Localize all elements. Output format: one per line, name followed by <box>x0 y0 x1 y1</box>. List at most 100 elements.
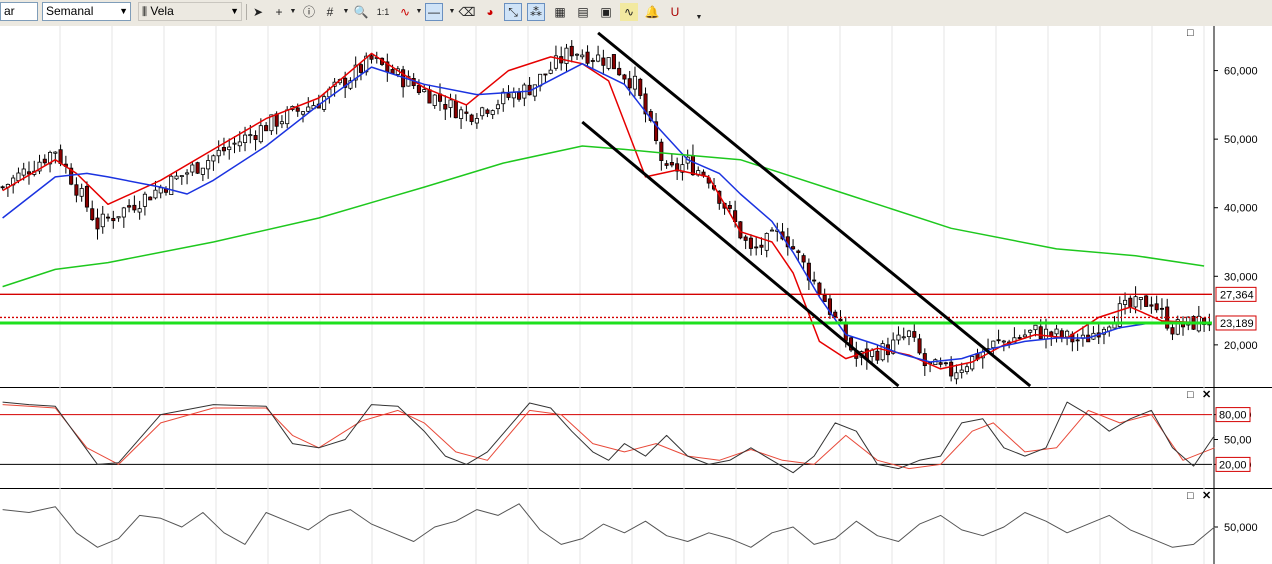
candle-body <box>659 141 664 161</box>
chart-type-select[interactable]: ⫼ Vela ▼ <box>138 2 242 21</box>
candle-body <box>1144 295 1149 307</box>
chevron-down-icon[interactable]: ▼ <box>690 9 708 27</box>
candle-body <box>190 164 195 173</box>
candle-body <box>838 318 843 322</box>
layout-icon[interactable]: ▣ <box>597 3 615 21</box>
candle-body <box>1033 324 1038 331</box>
candle-body <box>58 149 63 164</box>
candle-body <box>511 92 516 99</box>
candle-body <box>142 193 147 207</box>
eraser-icon[interactable]: ⌫ <box>458 3 476 21</box>
candle-body <box>1159 307 1164 310</box>
price-axis-tick-label: 20,000 <box>1224 340 1258 352</box>
maximize-icon[interactable]: □ <box>1187 490 1194 502</box>
candle-body <box>111 217 116 222</box>
candle-body <box>74 184 79 196</box>
candle-body <box>84 185 89 208</box>
candle-body <box>90 208 95 221</box>
candle-body <box>727 205 732 209</box>
candle-body <box>490 110 495 115</box>
price-chart[interactable]: 60,000 50,000 40,000 30,000 20,000 27,364 23,1… <box>0 26 1272 564</box>
candle-body <box>432 94 437 106</box>
candle-body <box>232 142 237 145</box>
candle-body <box>996 339 1001 342</box>
candle-body <box>501 91 506 105</box>
price-axis-tick-label: 30,000 <box>1224 271 1258 283</box>
symbol-field[interactable]: ar <box>0 2 38 21</box>
candle-body <box>1043 328 1049 340</box>
candle-body <box>949 361 954 377</box>
line-tool-icon[interactable]: — <box>425 3 443 21</box>
candle-body <box>121 207 126 218</box>
alert-wave-icon[interactable]: ∿ <box>620 3 638 21</box>
candle-body <box>959 369 964 373</box>
magnet-u-icon[interactable]: U <box>666 3 684 21</box>
candle-body <box>443 104 448 110</box>
close-icon[interactable]: ✕ <box>1202 388 1211 401</box>
candle-body <box>743 236 748 241</box>
cursor-icon[interactable]: ➤ <box>249 3 267 21</box>
candle-body <box>590 60 595 62</box>
candle-body <box>1128 297 1133 307</box>
candle-body <box>185 172 190 175</box>
magnet-icon[interactable]: ⁂ <box>527 3 545 21</box>
candle-body <box>759 244 764 248</box>
candle-body <box>264 125 269 132</box>
candle-body <box>1038 326 1043 340</box>
price-axis-tick-label: 40,000 <box>1224 203 1258 215</box>
candle-body <box>817 282 822 295</box>
candle-body <box>243 134 248 143</box>
candle-body <box>532 84 537 97</box>
auto-scroll-icon[interactable]: ⤡ <box>504 3 522 21</box>
candle-body <box>748 237 753 249</box>
candle-body <box>954 372 959 380</box>
candle-body <box>258 125 263 143</box>
candle-body <box>485 109 490 114</box>
period-select[interactable]: Semanal ▼ <box>42 2 131 21</box>
close-icon[interactable]: ✕ <box>1202 489 1211 502</box>
candle-body <box>1138 297 1143 300</box>
candle-body <box>358 64 363 73</box>
candle-body <box>943 362 948 365</box>
candle-body <box>991 340 996 349</box>
candle-body <box>221 147 226 152</box>
zoom-icon[interactable]: 🔍 <box>352 3 370 21</box>
candle-body <box>801 255 806 263</box>
candle-body <box>300 111 306 115</box>
candle-body <box>158 187 163 194</box>
support-line-label: 23,189 <box>1220 318 1254 330</box>
candle-body <box>179 175 184 178</box>
price-axis-tick-label: 50,000 <box>1224 134 1258 146</box>
candle-body <box>580 54 585 58</box>
candle-body <box>95 217 100 230</box>
template-icon[interactable]: ▦ <box>551 3 569 21</box>
candle-body <box>253 135 258 140</box>
candle-body <box>769 229 775 232</box>
maximize-icon[interactable]: □ <box>1187 389 1194 401</box>
color-icon[interactable]: ◕ <box>481 3 499 21</box>
candle-body <box>416 85 421 94</box>
toolbar: ar Semanal ▼ ⫼ Vela ▼ ➤ + ▼ ⓘ # ▼ 🔍 1:1 … <box>0 0 1272 27</box>
candle-body <box>585 51 590 64</box>
info-icon[interactable]: ⓘ <box>300 3 318 21</box>
candle-body <box>174 175 179 180</box>
candle-body <box>870 349 875 357</box>
toolbar-separator <box>246 4 247 20</box>
candle-body <box>669 162 674 166</box>
scale-icon[interactable]: 1:1 <box>374 3 392 21</box>
candle-body <box>16 172 21 182</box>
template2-icon[interactable]: ▤ <box>574 3 592 21</box>
candle-body <box>901 336 906 339</box>
candle-body <box>206 160 211 170</box>
candle-body <box>896 334 901 341</box>
candle-body <box>480 107 485 117</box>
oscillator-axis-tick-label: 50,000 <box>1224 522 1258 534</box>
stochastic-level-label: 80,00 <box>1219 410 1247 422</box>
candle-body <box>543 73 548 76</box>
candle-body <box>53 151 58 154</box>
bell-icon[interactable]: 🔔 <box>643 3 661 21</box>
candle-body <box>601 57 606 66</box>
candle-body <box>279 121 284 125</box>
candle-body <box>917 338 922 354</box>
maximize-icon[interactable]: □ <box>1187 27 1194 39</box>
